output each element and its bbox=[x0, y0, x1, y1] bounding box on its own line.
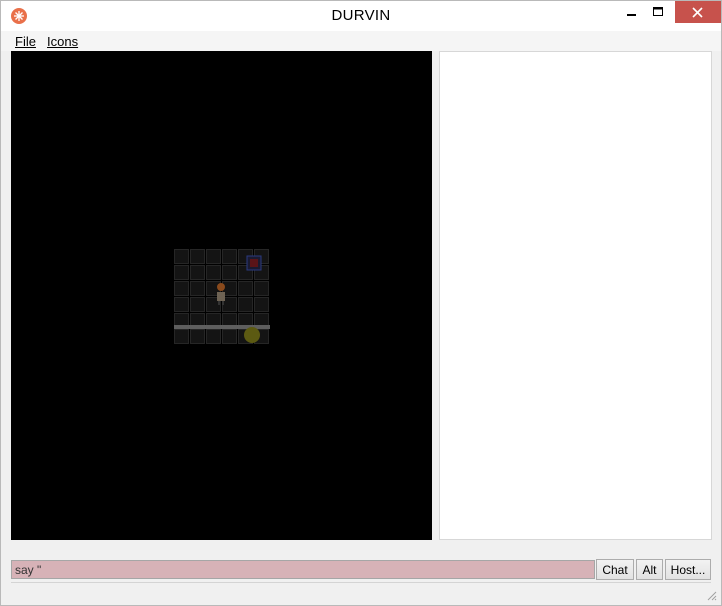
map-tile[interactable] bbox=[254, 297, 269, 312]
menu-bar: File Icons bbox=[1, 31, 721, 51]
map-tile[interactable] bbox=[190, 281, 205, 296]
command-input[interactable] bbox=[11, 560, 595, 579]
map-tile[interactable] bbox=[190, 329, 205, 344]
map-tile[interactable] bbox=[206, 249, 221, 264]
host-button[interactable]: Host... bbox=[665, 559, 711, 580]
title-bar: DURVIN bbox=[1, 1, 721, 31]
map-tile[interactable] bbox=[238, 281, 253, 296]
maximize-button[interactable] bbox=[644, 1, 672, 23]
map-tile[interactable] bbox=[206, 265, 221, 280]
minimize-button[interactable] bbox=[616, 1, 646, 23]
map-tile[interactable] bbox=[222, 329, 237, 344]
output-pane[interactable] bbox=[439, 51, 712, 540]
map-tile[interactable] bbox=[206, 329, 221, 344]
map-tile[interactable] bbox=[190, 297, 205, 312]
pane-splitter[interactable] bbox=[432, 51, 439, 540]
map-tile[interactable] bbox=[174, 265, 189, 280]
map-tile[interactable] bbox=[254, 281, 269, 296]
red-marker bbox=[250, 259, 258, 267]
close-icon bbox=[692, 7, 703, 18]
chat-button[interactable]: Chat bbox=[596, 559, 634, 580]
resize-grip-icon[interactable] bbox=[705, 589, 717, 601]
map-tile[interactable] bbox=[222, 249, 237, 264]
window-title: DURVIN bbox=[331, 7, 391, 24]
map-tile[interactable] bbox=[238, 297, 253, 312]
map-tile[interactable] bbox=[174, 297, 189, 312]
game-map-view[interactable] bbox=[11, 51, 432, 540]
map-tile[interactable] bbox=[174, 329, 189, 344]
alt-button[interactable]: Alt bbox=[636, 559, 663, 580]
app-window: DURVIN File Icons say " Chat Alt Host... bbox=[0, 0, 722, 606]
map-tile[interactable] bbox=[174, 281, 189, 296]
close-button[interactable] bbox=[675, 1, 721, 23]
menu-file[interactable]: File bbox=[15, 34, 36, 49]
menu-icons-label: Icons bbox=[47, 34, 79, 49]
minimize-icon bbox=[627, 14, 636, 16]
map-tile[interactable] bbox=[190, 249, 205, 264]
map-tile[interactable] bbox=[190, 265, 205, 280]
status-bar bbox=[11, 582, 711, 603]
map-tile[interactable] bbox=[174, 249, 189, 264]
maximize-icon bbox=[653, 7, 663, 16]
game-map[interactable] bbox=[11, 51, 432, 540]
map-tile[interactable] bbox=[222, 265, 237, 280]
menu-icons[interactable]: Icons bbox=[47, 34, 78, 49]
glowing-orb bbox=[244, 327, 260, 343]
menu-file-label: File bbox=[15, 34, 36, 49]
